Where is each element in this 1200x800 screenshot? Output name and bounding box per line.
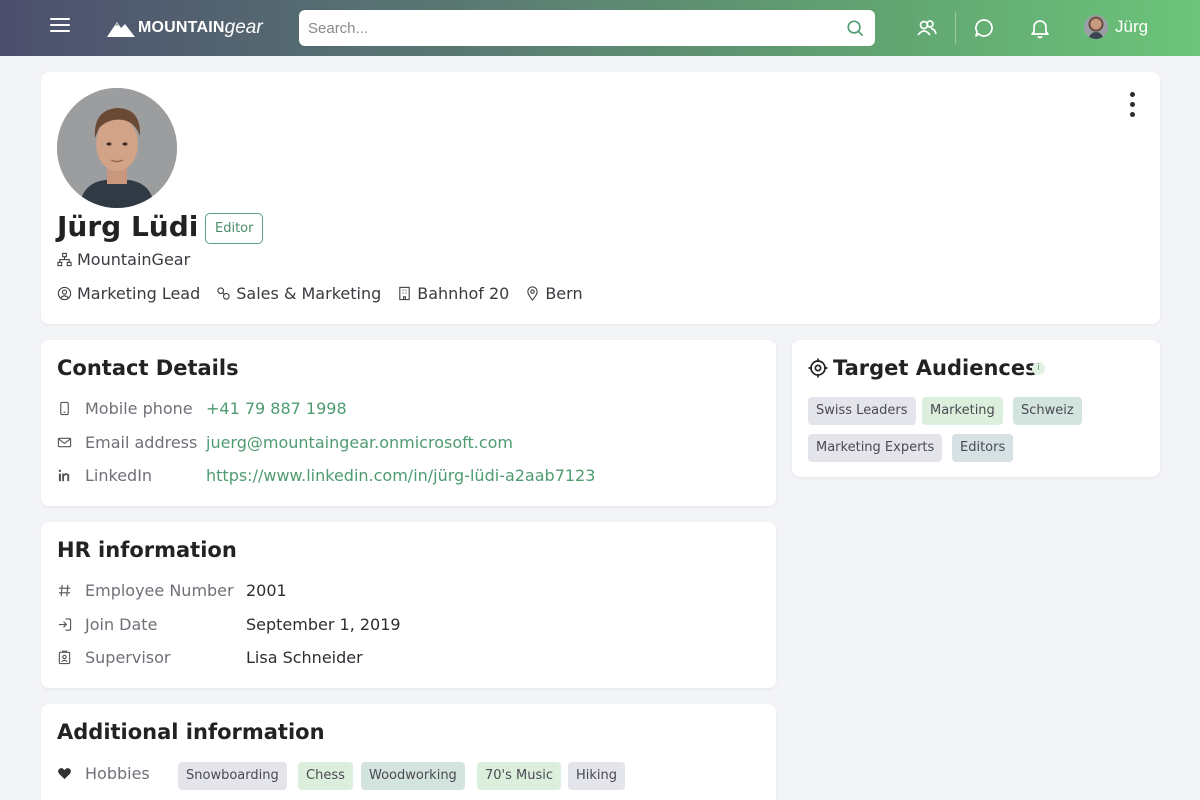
hr-label: Supervisor: [85, 648, 171, 667]
linkedin-link[interactable]: https://www.linkedin.com/in/jürg-lüdi-a2…: [206, 466, 595, 485]
audiences-title: Target Audiences: [833, 356, 1038, 380]
user-avatar: [1084, 15, 1108, 39]
target-icon: [808, 358, 828, 378]
chat-icon[interactable]: [973, 17, 995, 39]
hr-title: HR information: [57, 538, 237, 562]
email-link[interactable]: juerg@mountaingear.onmicrosoft.com: [206, 433, 513, 452]
hr-value: Lisa Schneider: [246, 648, 363, 667]
linkedin-icon: [58, 469, 70, 482]
contact-card: Contact Details Mobile phone +41 79 887 …: [41, 340, 776, 506]
company-row: MountainGear: [57, 250, 206, 269]
menu-icon[interactable]: [50, 18, 70, 38]
contact-row-phone: Mobile phone +41 79 887 1998: [57, 399, 347, 418]
user-menu[interactable]: Jürg: [1084, 15, 1148, 39]
user-circle-icon: [57, 286, 72, 301]
audience-tag[interactable]: Swiss Leaders: [808, 397, 916, 425]
top-bar: MOUNTAIN gear Jürg: [0, 0, 1200, 56]
logo-text-italic: gear: [224, 17, 263, 38]
location-pin-icon: [527, 286, 539, 301]
hr-label: Join Date: [85, 615, 158, 634]
hr-value: September 1, 2019: [246, 615, 401, 634]
contact-label: Email address: [85, 433, 198, 452]
hobby-tag[interactable]: Hiking: [568, 762, 626, 790]
position-item: Marketing Lead: [57, 284, 200, 303]
badge-icon: [58, 650, 71, 665]
profile-card: Jürg Lüdi Editor MountainGear Marketing …: [41, 72, 1160, 324]
search-input[interactable]: [299, 10, 829, 46]
audience-tag[interactable]: Editors: [952, 434, 1014, 462]
search-icon[interactable]: [846, 19, 864, 37]
info-icon[interactable]: i: [1032, 362, 1045, 375]
heart-icon: [58, 768, 71, 780]
office-item: Bahnhof 20: [397, 284, 509, 303]
user-name: Jürg: [1115, 17, 1149, 36]
bell-icon[interactable]: [1029, 17, 1051, 39]
company-item: MountainGear: [57, 250, 190, 269]
audience-tag[interactable]: Marketing: [922, 397, 1003, 425]
hr-row-join-date: Join Date September 1, 2019: [57, 615, 401, 634]
department-item: Sales & Marketing: [216, 284, 381, 303]
additional-title: Additional information: [57, 720, 325, 744]
logo-text-bold: MOUNTAIN: [138, 19, 225, 36]
contact-title: Contact Details: [57, 356, 239, 380]
city-text: Bern: [545, 284, 583, 303]
details-row: Marketing Lead Sales & Marketing Bahnhof…: [57, 284, 599, 303]
company-name: MountainGear: [77, 250, 191, 269]
org-chart-icon: [57, 252, 72, 267]
contact-label: LinkedIn: [85, 466, 153, 485]
hr-value: 2001: [246, 581, 287, 600]
hr-row-supervisor: Supervisor Lisa Schneider: [57, 648, 363, 667]
department-icon: [217, 287, 230, 300]
phone-link[interactable]: +41 79 887 1998: [206, 399, 347, 418]
city-item: Bern: [525, 284, 583, 303]
mountain-logo-icon: [107, 22, 135, 37]
department-text: Sales & Marketing: [236, 284, 382, 303]
contact-row-email: Email address juerg@mountaingear.onmicro…: [57, 433, 513, 452]
contact-row-linkedin: LinkedIn https://www.linkedin.com/in/jür…: [57, 466, 595, 485]
role-badge: Editor: [205, 213, 264, 244]
join-icon: [58, 618, 72, 631]
hobbies-label: Hobbies: [85, 764, 150, 783]
more-options-icon[interactable]: [1128, 92, 1136, 118]
profile-name: Jürg Lüdi: [57, 210, 199, 243]
audiences-card: Target Audiences i Swiss Leaders Marketi…: [792, 340, 1160, 477]
hobby-tag[interactable]: Chess: [298, 762, 353, 790]
office-text: Bahnhof 20: [417, 284, 510, 303]
hr-row-employee-number: Employee Number 2001: [57, 581, 287, 600]
additional-card: Additional information Hobbies Snowboard…: [41, 704, 776, 800]
audience-tag[interactable]: Schweiz: [1013, 397, 1082, 425]
hobbies-row: Hobbies: [57, 764, 150, 783]
hr-card: HR information Employee Number 2001 Join…: [41, 522, 776, 688]
contact-label: Mobile phone: [85, 399, 193, 418]
logo[interactable]: MOUNTAIN gear: [106, 15, 263, 41]
hr-label: Employee Number: [85, 581, 234, 600]
mobile-icon: [60, 401, 69, 416]
mail-icon: [57, 437, 72, 448]
profile-avatar: [57, 88, 177, 208]
header-divider: [955, 12, 956, 44]
audience-tag[interactable]: Marketing Experts: [808, 434, 943, 462]
building-icon: [399, 286, 410, 301]
hobby-tag[interactable]: 70's Music: [477, 762, 562, 790]
position-text: Marketing Lead: [77, 284, 201, 303]
hash-icon: [58, 584, 71, 597]
search-bar: [299, 10, 875, 46]
hobby-tag[interactable]: Woodworking: [361, 762, 465, 790]
hobby-tag[interactable]: Snowboarding: [178, 762, 287, 790]
people-icon[interactable]: [916, 17, 938, 39]
